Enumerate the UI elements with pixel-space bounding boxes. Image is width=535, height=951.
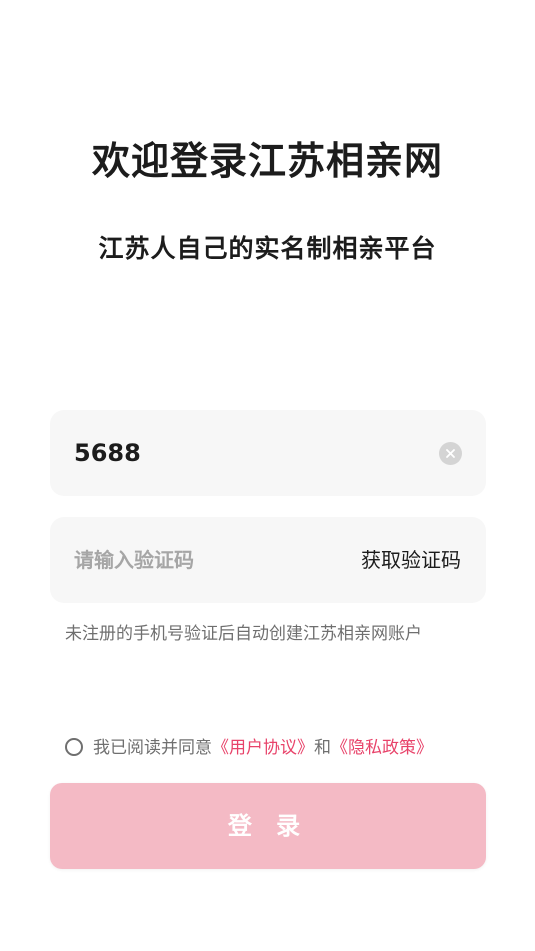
verification-code-input[interactable]: 请输入验证码 <box>74 517 324 603</box>
agreement-row: 我已阅读并同意《用户协议》和《隐私政策》 <box>65 735 433 761</box>
get-code-button[interactable]: 获取验证码 <box>361 517 461 603</box>
phone-field[interactable]: 5688 <box>50 410 486 496</box>
auto-register-hint: 未注册的手机号验证后自动创建江苏相亲网账户 <box>65 624 422 644</box>
close-icon <box>446 449 455 458</box>
user-agreement-link[interactable]: 《用户协议》 <box>212 738 314 758</box>
clear-icon[interactable] <box>439 442 462 465</box>
verification-code-field[interactable]: 请输入验证码 获取验证码 <box>50 517 486 603</box>
agreement-conjunction: 和 <box>314 738 331 758</box>
login-button[interactable]: 登 录 <box>50 783 486 869</box>
phone-input-value[interactable]: 5688 <box>74 410 141 496</box>
privacy-policy-link[interactable]: 《隐私政策》 <box>331 738 433 758</box>
agreement-prefix: 我已阅读并同意 <box>93 738 212 758</box>
agreement-checkbox[interactable] <box>65 737 83 756</box>
page-subtitle: 江苏人自己的实名制相亲平台 <box>98 234 437 263</box>
page-title: 欢迎登录江苏相亲网 <box>91 139 443 183</box>
